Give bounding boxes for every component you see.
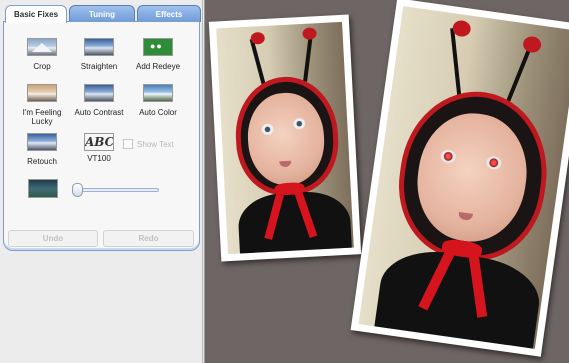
straighten-icon xyxy=(84,38,114,56)
vt100-icon: ABC xyxy=(84,133,114,151)
original-photo xyxy=(208,14,362,262)
straighten-button[interactable]: Straighten xyxy=(67,38,131,71)
crop-icon xyxy=(27,38,57,56)
edited-photo xyxy=(350,0,569,357)
straighten-label: Straighten xyxy=(80,62,118,71)
effect-preview-thumbnail xyxy=(28,179,58,198)
original-photo-image xyxy=(216,21,354,255)
tab-basic-fixes[interactable]: Basic Fixes xyxy=(5,5,67,23)
lucky-icon xyxy=(27,84,57,102)
show-text-option[interactable]: Show Text xyxy=(123,139,174,149)
auto-color-label: Auto Color xyxy=(139,108,177,117)
slider-knob[interactable] xyxy=(72,183,83,197)
contrast-icon xyxy=(84,84,114,102)
color-icon xyxy=(143,84,173,102)
show-text-label: Show Text xyxy=(137,139,174,149)
retouch-icon xyxy=(27,133,57,151)
vt100-label: VT100 xyxy=(87,154,111,163)
auto-color-button[interactable]: Auto Color xyxy=(126,84,190,117)
add-redeye-label: Add Redeye xyxy=(135,62,181,71)
add-redeye-button[interactable]: Add Redeye xyxy=(126,38,190,71)
redo-button[interactable]: Redo xyxy=(103,230,194,247)
auto-contrast-button[interactable]: Auto Contrast xyxy=(67,84,131,117)
redeye-icon xyxy=(143,38,173,56)
show-text-checkbox[interactable] xyxy=(123,139,133,149)
retouch-button[interactable]: Retouch xyxy=(10,133,74,166)
tab-bar: Basic Fixes Tuning Effects xyxy=(5,5,201,23)
edit-panel: Basic Fixes Tuning Effects Crop Straight… xyxy=(0,0,203,363)
tab-effects[interactable]: Effects xyxy=(137,5,201,22)
retouch-label: Retouch xyxy=(27,157,57,166)
effect-strength-slider[interactable] xyxy=(72,183,159,197)
vt100-button[interactable]: ABC VT100 xyxy=(67,133,131,163)
tab-tuning[interactable]: Tuning xyxy=(69,5,135,22)
photo-canvas[interactable] xyxy=(204,0,569,363)
undo-button[interactable]: Undo xyxy=(8,230,98,247)
edited-photo-image xyxy=(358,6,569,349)
feeling-lucky-label: I'm Feeling Lucky xyxy=(22,108,62,126)
feeling-lucky-button[interactable]: I'm Feeling Lucky xyxy=(10,84,74,126)
crop-button[interactable]: Crop xyxy=(10,38,74,71)
basic-fixes-pane: Crop Straighten Add Redeye I'm Feeling L… xyxy=(3,21,200,251)
auto-contrast-label: Auto Contrast xyxy=(74,108,124,117)
slider-track xyxy=(72,188,159,192)
crop-label: Crop xyxy=(33,62,51,71)
